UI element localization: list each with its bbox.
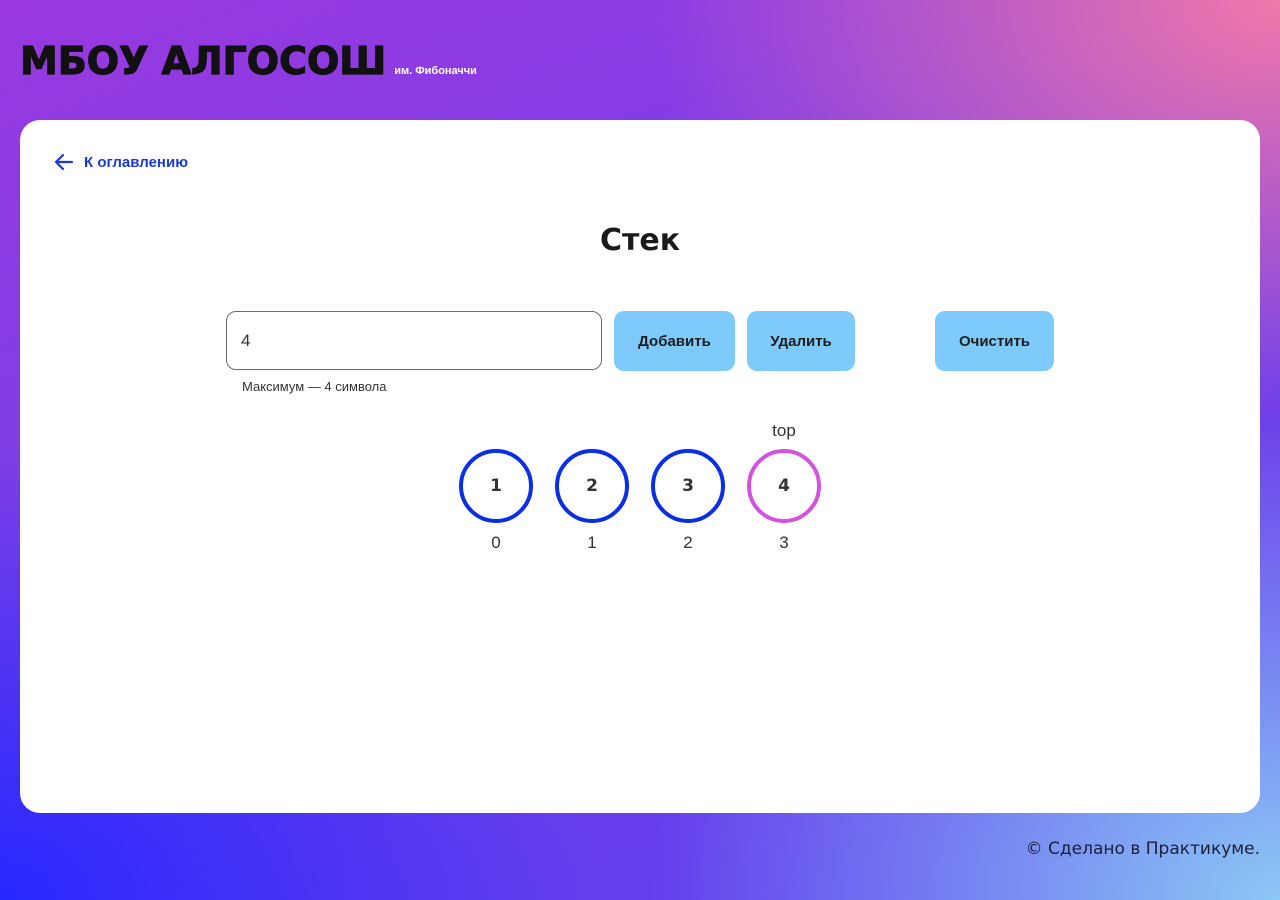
stack-item: top 4 3 xyxy=(744,420,824,553)
page-title: Стек xyxy=(599,223,681,258)
index-label: 3 xyxy=(779,533,789,552)
index-label: 1 xyxy=(587,533,597,552)
stack-circle: 1 xyxy=(459,449,533,523)
footer-credit: © Сделано в Практикуме. xyxy=(1025,839,1260,859)
clear-button[interactable]: Очистить xyxy=(935,311,1054,371)
input-hint: Максимум — 4 символа xyxy=(242,379,387,394)
stack-item: 1 0 xyxy=(456,420,536,553)
stack-circle-top: 4 xyxy=(747,449,821,523)
stack-value-input[interactable] xyxy=(226,311,602,370)
stack-item: 2 1 xyxy=(552,420,632,553)
stack-item: 3 2 xyxy=(648,420,728,553)
back-to-contents-link[interactable]: К оглавлению xyxy=(54,153,188,171)
site-header: МБОУ АЛГОСОШ им. Фибоначчи xyxy=(19,39,477,83)
school-subtitle: им. Фибоначчи xyxy=(394,65,477,77)
top-label xyxy=(552,420,632,442)
stack-circle: 2 xyxy=(555,449,629,523)
stack-visualization: 1 0 2 1 3 2 top 4 3 xyxy=(20,420,1260,580)
index-label: 2 xyxy=(683,533,693,552)
main-card: К оглавлению Стек Максимум — 4 символа Д… xyxy=(20,120,1260,813)
add-button[interactable]: Добавить xyxy=(614,311,735,371)
top-label: top xyxy=(772,421,796,440)
stack-circle: 3 xyxy=(651,449,725,523)
arrow-left-icon xyxy=(54,153,74,171)
back-link-label: К оглавлению xyxy=(84,153,189,171)
index-label: 0 xyxy=(491,533,501,552)
top-label xyxy=(648,420,728,442)
delete-button[interactable]: Удалить xyxy=(747,311,855,371)
school-title: МБОУ АЛГОСОШ xyxy=(19,39,387,83)
top-label xyxy=(456,420,536,442)
